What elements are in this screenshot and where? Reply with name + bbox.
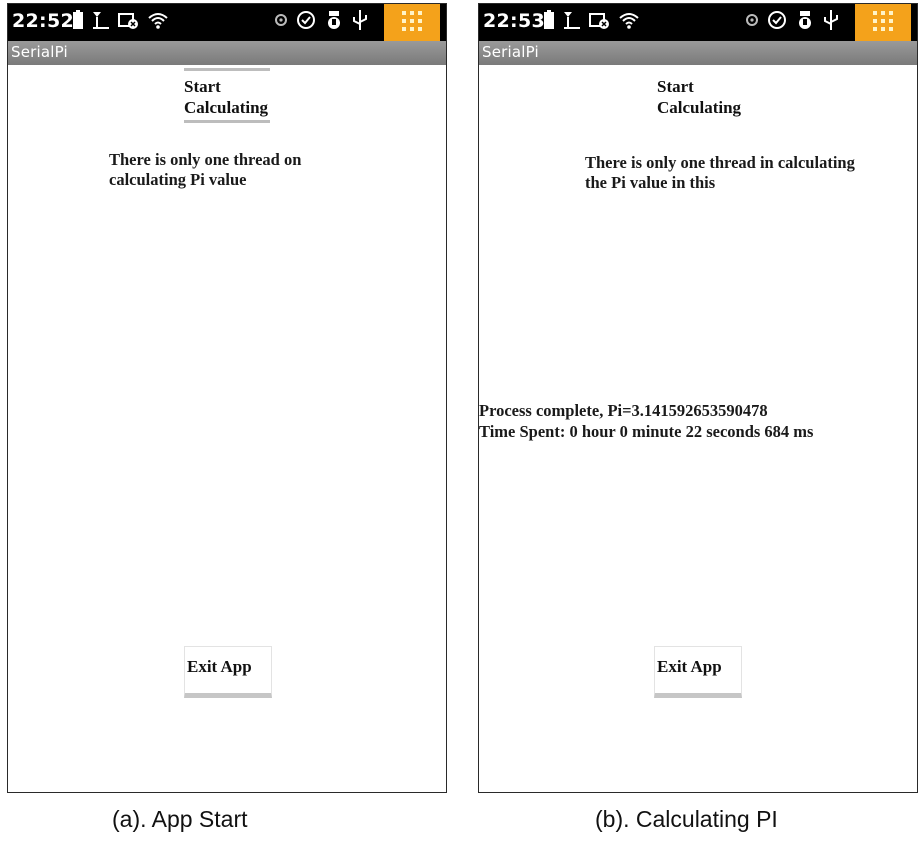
start-calculating-button[interactable]: Start Calculating xyxy=(178,68,308,128)
usb-icon xyxy=(352,9,368,35)
start-button-label-line2: Calculating xyxy=(184,98,269,117)
debug-icon xyxy=(795,9,815,35)
status-time: 22:52 xyxy=(12,10,74,32)
signal-icon xyxy=(562,10,582,34)
data-icon xyxy=(589,10,611,34)
status-right-icons xyxy=(274,10,368,34)
grid-icon xyxy=(401,10,423,36)
button-top-edge xyxy=(184,68,270,71)
battery-icon xyxy=(72,10,84,34)
description-text: There is only one thread in calculating … xyxy=(585,153,855,192)
phone-screen-app-start: 22:52 SerialPi Start Calculating There i… xyxy=(7,3,447,793)
exit-app-label: Exit App xyxy=(187,657,252,676)
description-text: There is only one thread on calculating … xyxy=(109,150,302,189)
result-time-spent: Time Spent: 0 hour 0 minute 22 seconds 6… xyxy=(479,422,814,441)
caption-app-start: (a). App Start xyxy=(112,806,248,832)
phone-screen-calculating: 22:53 SerialPi Start Calculating There i… xyxy=(478,3,918,793)
wifi-icon xyxy=(618,10,640,34)
app-title: SerialPi xyxy=(11,43,68,61)
status-bar: 22:53 xyxy=(479,4,917,41)
exit-app-button[interactable]: Exit App xyxy=(654,646,742,698)
status-bar: 22:52 xyxy=(8,4,446,41)
status-left-icons xyxy=(543,10,640,34)
wifi-icon xyxy=(147,10,169,34)
shield-icon xyxy=(296,9,316,35)
signal-icon xyxy=(91,10,111,34)
usb-icon xyxy=(823,9,839,35)
status-right-icons xyxy=(745,10,839,34)
app-title-bar: SerialPi xyxy=(479,41,917,65)
grid-icon xyxy=(872,10,894,36)
start-calculating-button[interactable]: Start Calculating xyxy=(651,68,751,128)
app-title-bar: SerialPi xyxy=(8,41,446,65)
start-button-label-line1: Start xyxy=(184,77,221,96)
exit-app-button[interactable]: Exit App xyxy=(184,646,272,698)
button-bottom-edge xyxy=(184,120,270,123)
battery-icon xyxy=(543,10,555,34)
debug-icon xyxy=(324,9,344,35)
status-left-icons xyxy=(72,10,169,34)
settings-icon xyxy=(745,10,759,34)
start-button-label-line1: Start xyxy=(657,77,694,96)
start-button-label-line2: Calculating xyxy=(657,98,742,117)
settings-icon xyxy=(274,10,288,34)
result-output: Process complete, Pi=3.141592653590478 T… xyxy=(479,400,813,442)
shield-icon xyxy=(767,9,787,35)
app-grid-button[interactable] xyxy=(855,4,911,41)
exit-app-label: Exit App xyxy=(657,657,722,676)
app-grid-button[interactable] xyxy=(384,4,440,41)
caption-calculating-pi: (b). Calculating PI xyxy=(595,806,778,832)
app-title: SerialPi xyxy=(482,43,539,61)
status-time: 22:53 xyxy=(483,10,545,32)
result-pi-value: Process complete, Pi=3.141592653590478 xyxy=(479,401,768,420)
data-icon xyxy=(118,10,140,34)
